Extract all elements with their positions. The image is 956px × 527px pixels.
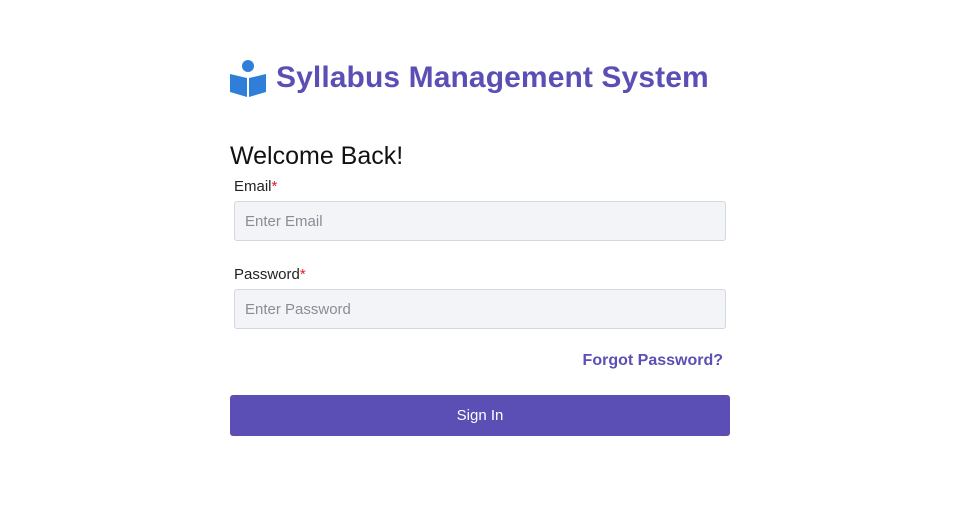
password-label-text: Password [234,266,300,283]
required-mark: * [299,266,306,283]
forgot-row: Forgot Password? [234,352,726,374]
login-form: Email* Password* Forgot Password? [230,177,730,374]
password-label: Password* [234,265,726,285]
welcome-heading: Welcome Back! [230,142,404,170]
sign-in-button[interactable]: Sign In [230,395,730,436]
email-label-text: Email [234,178,272,195]
email-label: Email* [234,177,726,197]
password-field[interactable] [234,289,726,329]
brand-header: Syllabus Management System [230,58,730,98]
app-title: Syllabus Management System [276,61,709,94]
email-field[interactable] [234,201,726,241]
login-container: Syllabus Management System Welcome Back!… [230,58,730,436]
reader-book-icon [230,59,266,97]
forgot-password-link[interactable]: Forgot Password? [583,352,723,374]
required-mark: * [271,178,278,195]
